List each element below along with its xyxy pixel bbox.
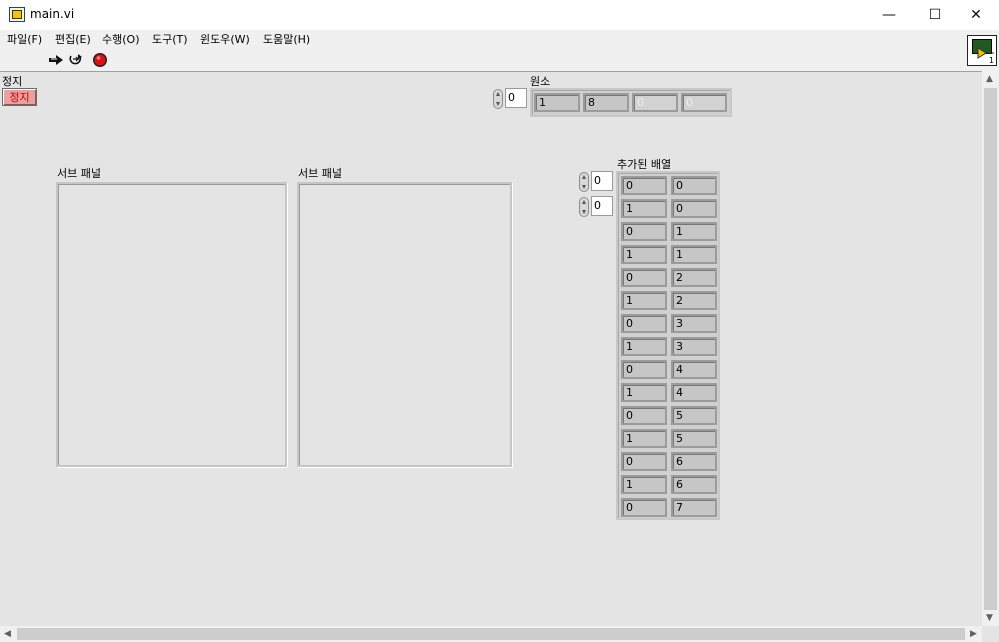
appended-array-row-index-value[interactable]: 0 bbox=[591, 171, 613, 191]
elements-cell[interactable]: 0 bbox=[632, 93, 678, 112]
elements-cell[interactable]: 1 bbox=[534, 93, 580, 112]
toolbar bbox=[0, 49, 999, 72]
vi-instance-number: 1 bbox=[988, 56, 994, 65]
menu-bar bbox=[0, 30, 999, 49]
index-spinner-icon[interactable] bbox=[493, 89, 503, 109]
appended-array-row-index[interactable]: 0 bbox=[579, 171, 613, 192]
menu-help[interactable]: 도움말(H) bbox=[263, 31, 310, 47]
appended-array-cell[interactable]: 5 bbox=[671, 429, 717, 448]
stop-button[interactable]: 정지 bbox=[2, 88, 37, 106]
appended-array-cell[interactable]: 0 bbox=[621, 406, 667, 425]
appended-array-cell[interactable]: 0 bbox=[671, 199, 717, 218]
run-arrow-icon[interactable] bbox=[47, 52, 65, 68]
scroll-left-icon[interactable]: ◀ bbox=[4, 629, 11, 639]
subpanel-2-label: 서브 패널 bbox=[298, 167, 342, 180]
appended-array-cell[interactable]: 0 bbox=[621, 268, 667, 287]
abort-execution-icon[interactable] bbox=[91, 52, 109, 68]
subpanel-1[interactable] bbox=[56, 182, 287, 467]
menu-window[interactable]: 윈도우(W) bbox=[200, 31, 250, 47]
appended-array-cell[interactable]: 1 bbox=[621, 429, 667, 448]
elements-cell[interactable]: 0 bbox=[681, 93, 727, 112]
appended-array-cell[interactable]: 5 bbox=[671, 406, 717, 425]
appended-array-cell[interactable]: 0 bbox=[621, 452, 667, 471]
scroll-down-icon[interactable]: ▼ bbox=[986, 613, 993, 623]
subpanel-1-label: 서브 패널 bbox=[57, 167, 101, 180]
index-spinner-icon[interactable] bbox=[579, 172, 589, 192]
appended-array-cell[interactable]: 2 bbox=[671, 291, 717, 310]
appended-array-cell[interactable]: 0 bbox=[621, 176, 667, 195]
subpanel-2[interactable] bbox=[297, 182, 512, 467]
run-continuously-icon[interactable] bbox=[67, 52, 85, 68]
elements-array: 1 8 0 0 bbox=[530, 88, 732, 117]
elements-index-value[interactable]: 0 bbox=[505, 88, 527, 108]
labview-vi-icon bbox=[9, 7, 25, 22]
appended-array-cell[interactable]: 1 bbox=[671, 245, 717, 264]
appended-array-cell[interactable]: 4 bbox=[671, 360, 717, 379]
appended-array-cell[interactable]: 6 bbox=[671, 452, 717, 471]
appended-array-cell[interactable]: 6 bbox=[671, 475, 717, 494]
appended-array-cell[interactable]: 0 bbox=[621, 314, 667, 333]
minimize-button[interactable]: — bbox=[866, 0, 912, 30]
appended-array-col-index-value[interactable]: 0 bbox=[591, 196, 613, 216]
appended-array-cell[interactable]: 1 bbox=[621, 337, 667, 356]
appended-array-cell[interactable]: 7 bbox=[671, 498, 717, 517]
scroll-up-icon[interactable]: ▲ bbox=[986, 74, 993, 84]
appended-array-cell[interactable]: 1 bbox=[621, 383, 667, 402]
appended-array-label: 추가된 배열 bbox=[617, 158, 672, 171]
menu-operate[interactable]: 수행(O) bbox=[102, 31, 139, 47]
elements-index-control[interactable]: 0 bbox=[493, 88, 527, 109]
close-button[interactable]: ✕ bbox=[953, 0, 999, 30]
elements-cell[interactable]: 8 bbox=[583, 93, 629, 112]
appended-array-cell[interactable]: 0 bbox=[621, 222, 667, 241]
stop-label: 정지 bbox=[2, 75, 23, 88]
appended-array-cell[interactable]: 3 bbox=[671, 314, 717, 333]
menu-tools[interactable]: 도구(T) bbox=[152, 31, 188, 47]
horizontal-scroll-thumb[interactable] bbox=[17, 628, 965, 640]
appended-array-col-index[interactable]: 0 bbox=[579, 196, 613, 217]
appended-array-cell[interactable]: 1 bbox=[671, 222, 717, 241]
appended-array-cell[interactable]: 1 bbox=[621, 291, 667, 310]
appended-array-cell[interactable]: 0 bbox=[621, 360, 667, 379]
appended-array-cell[interactable]: 1 bbox=[621, 199, 667, 218]
appended-array-cell[interactable]: 0 bbox=[621, 498, 667, 517]
appended-array-cell[interactable]: 3 bbox=[671, 337, 717, 356]
appended-array-cell[interactable]: 1 bbox=[621, 245, 667, 264]
appended-array-cell[interactable]: 2 bbox=[671, 268, 717, 287]
elements-label: 원소 bbox=[530, 75, 551, 88]
appended-array-cell[interactable]: 1 bbox=[621, 475, 667, 494]
scroll-right-icon[interactable]: ▶ bbox=[970, 629, 977, 639]
window-title: main.vi bbox=[30, 7, 75, 21]
appended-array-cell[interactable]: 4 bbox=[671, 383, 717, 402]
maximize-button[interactable]: ☐ bbox=[912, 0, 958, 30]
index-spinner-icon[interactable] bbox=[579, 197, 589, 217]
menu-file[interactable]: 파일(F) bbox=[7, 31, 42, 47]
title-bar bbox=[0, 0, 999, 30]
appended-array: 001001110212031304140515061607 bbox=[616, 171, 720, 520]
vertical-scroll-thumb[interactable] bbox=[984, 88, 997, 610]
appended-array-cell[interactable]: 0 bbox=[671, 176, 717, 195]
menu-edit[interactable]: 편집(E) bbox=[55, 31, 91, 47]
vi-connector-icon[interactable]: 1 bbox=[967, 35, 997, 66]
